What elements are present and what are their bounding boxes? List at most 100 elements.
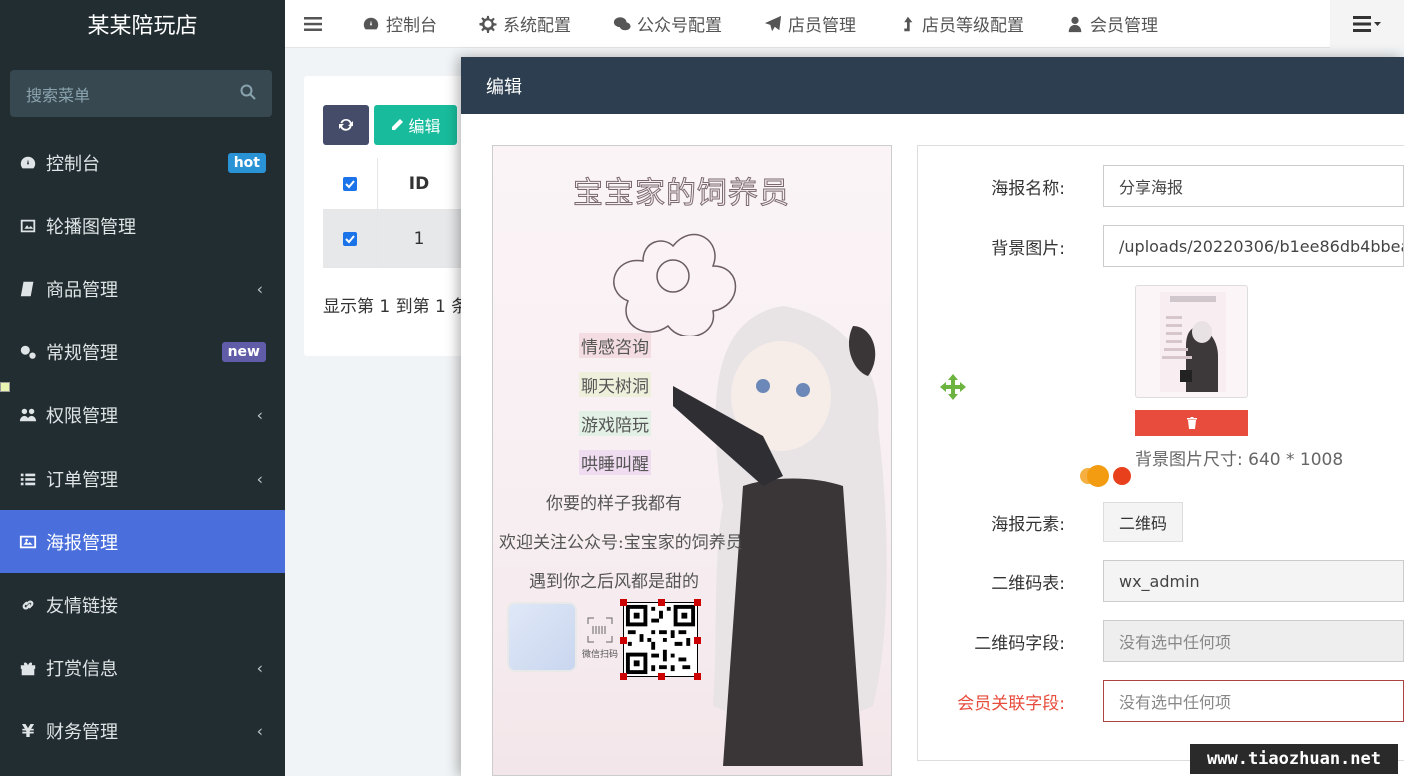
chevron-left-icon: ‹ bbox=[256, 405, 263, 425]
poster-text-line: 你要的样子我都有 bbox=[546, 494, 682, 514]
edit-button[interactable]: 编辑 bbox=[374, 105, 457, 145]
qr-code-element[interactable] bbox=[620, 599, 701, 680]
poster-elements-row: 海报元素: 二维码 bbox=[917, 502, 1404, 542]
qr-table-select[interactable]: wx_admin bbox=[1103, 560, 1404, 602]
tab-label: 系统配置 bbox=[503, 16, 571, 36]
resize-handle[interactable] bbox=[658, 599, 665, 606]
background-size-hint: 背景图片尺寸: 640 * 1008 bbox=[1135, 450, 1344, 470]
sidebar-item-label: 海报管理 bbox=[46, 532, 118, 554]
sidebar-item-dashboard[interactable]: 控制台 hot bbox=[0, 131, 285, 194]
tab-members[interactable]: 会员管理 bbox=[1044, 0, 1178, 48]
sidebar-item-label: 权限管理 bbox=[46, 406, 118, 428]
sidebar-item-label: 友情链接 bbox=[46, 595, 118, 617]
menu-search-input[interactable]: 搜索菜单 bbox=[10, 70, 272, 117]
resize-handle[interactable] bbox=[0, 382, 10, 392]
yen-icon: ¥ bbox=[21, 720, 35, 742]
sidebar-item-label: 轮播图管理 bbox=[46, 216, 136, 238]
poster-text-line: 欢迎关注公众号:宝宝家的饲养员 bbox=[499, 533, 743, 553]
poster-canvas[interactable]: 宝宝家的饲养员 情感咨询 聊天树洞 游戏陪玩 哄睡叫醒 你要的样子我都有 欢迎关… bbox=[492, 145, 892, 776]
new-badge: new bbox=[221, 342, 266, 363]
sidebar-item-label: 财务管理 bbox=[46, 722, 118, 744]
sidebar-item-finance[interactable]: ¥ 财务管理 ‹ bbox=[0, 700, 285, 763]
sidebar-item-orders[interactable]: 订单管理 ‹ bbox=[0, 447, 285, 510]
menu-search-placeholder: 搜索菜单 bbox=[26, 85, 91, 105]
tab-staff[interactable]: 店员管理 bbox=[742, 0, 876, 48]
sidebar-item-label: 商品管理 bbox=[46, 279, 118, 301]
poster-text-line: 聊天树洞 bbox=[579, 372, 651, 397]
poster-name-row: 海报名称: 分享海报 bbox=[917, 165, 1404, 207]
background-image-input[interactable]: /uploads/20220306/b1ee86db4bbea bbox=[1103, 225, 1404, 267]
column-header-id[interactable]: ID bbox=[378, 158, 460, 209]
poster-title: 宝宝家的饲养员 bbox=[573, 176, 790, 212]
nav-dropdown-toggle[interactable] bbox=[1330, 0, 1404, 48]
gear-icon bbox=[479, 15, 497, 33]
resize-handle[interactable] bbox=[620, 673, 627, 680]
sidebar-item-general[interactable]: 常规管理 new bbox=[0, 321, 285, 384]
resize-handle[interactable] bbox=[620, 599, 627, 606]
tab-dashboard[interactable]: 控制台 bbox=[340, 0, 457, 48]
tab-wechat-config[interactable]: 公众号配置 bbox=[591, 0, 742, 48]
background-image-label: 背景图片: bbox=[991, 238, 1065, 259]
dashboard-icon bbox=[18, 153, 38, 173]
qr-code-icon bbox=[625, 604, 696, 675]
site-watermark: www.tiaozhuan.net bbox=[1190, 744, 1398, 774]
row-checkbox[interactable] bbox=[323, 210, 378, 267]
paper-plane-icon bbox=[764, 15, 782, 31]
menu-dropdown-icon bbox=[1353, 16, 1381, 32]
refresh-icon bbox=[339, 118, 353, 131]
delete-image-button[interactable] bbox=[1135, 410, 1248, 436]
sidebar-item-posters[interactable]: 海报管理 bbox=[0, 510, 285, 574]
select-all-checkbox[interactable] bbox=[323, 158, 378, 209]
resize-handle[interactable] bbox=[620, 637, 627, 644]
add-qrcode-button[interactable]: 二维码 bbox=[1103, 502, 1184, 542]
sidebar-item-label: 打赏信息 bbox=[46, 659, 118, 681]
tab-system-config[interactable]: 系统配置 bbox=[457, 0, 591, 48]
poster-elements-label: 海报元素: bbox=[991, 514, 1065, 535]
thumbnail-preview bbox=[1160, 292, 1226, 392]
list-icon bbox=[18, 469, 38, 489]
poster-avatar bbox=[507, 602, 577, 672]
trash-icon bbox=[1186, 417, 1197, 429]
poster-text-line: 哄睡叫醒 bbox=[579, 450, 651, 475]
poster-name-input[interactable]: 分享海报 bbox=[1103, 165, 1404, 207]
top-navbar: 控制台 系统配置 公众号配置 店员管理 店员等级配置 会员管理 bbox=[285, 0, 1404, 48]
sidebar-menu: 控制台 hot 轮播图管理 商品管理 ‹ 常规管理 new 权限管理 ‹ 订单管… bbox=[0, 131, 285, 763]
resize-handle[interactable] bbox=[694, 673, 701, 680]
scan-label: 微信扫码 bbox=[581, 616, 619, 660]
background-thumbnail[interactable] bbox=[1135, 285, 1248, 398]
sidebar-item-links[interactable]: 友情链接 bbox=[0, 573, 285, 636]
sidebar-item-products[interactable]: 商品管理 ‹ bbox=[0, 257, 285, 320]
member-field-row: 会员关联字段: 没有选中任何项 bbox=[917, 680, 1404, 722]
poster-text-line: 情感咨询 bbox=[579, 333, 651, 358]
resize-handle[interactable] bbox=[658, 673, 665, 680]
loading-indicator bbox=[1080, 465, 1131, 487]
tab-staff-level[interactable]: 店员等级配置 bbox=[876, 0, 1044, 48]
gift-icon bbox=[18, 658, 38, 678]
link-icon bbox=[18, 595, 38, 615]
app-logo[interactable]: 某某陪玩店 bbox=[0, 0, 285, 48]
edit-modal: 编辑 宝宝家的饲养员 情感咨询 聊天树洞 游戏陪玩 哄睡叫醒 你要的样子我都有 … bbox=[461, 57, 1404, 776]
chevron-left-icon: ‹ bbox=[256, 721, 263, 741]
row-id: 1 bbox=[413, 228, 425, 249]
chevron-left-icon: ‹ bbox=[256, 279, 263, 299]
pencil-icon bbox=[392, 119, 404, 130]
sidebar-toggle-icon[interactable] bbox=[285, 0, 340, 48]
sidebar-item-rewards[interactable]: 打赏信息 ‹ bbox=[0, 637, 285, 700]
member-field-select[interactable]: 没有选中任何项 bbox=[1103, 680, 1404, 722]
sidebar-item-permissions[interactable]: 权限管理 ‹ bbox=[0, 384, 285, 447]
search-icon[interactable] bbox=[240, 84, 256, 104]
user-icon bbox=[1068, 16, 1082, 32]
qr-field-select[interactable]: 没有选中任何项 bbox=[1103, 620, 1404, 662]
refresh-button[interactable] bbox=[323, 105, 369, 145]
level-up-icon bbox=[904, 16, 913, 31]
resize-handle[interactable] bbox=[694, 599, 701, 606]
move-icon[interactable] bbox=[939, 373, 967, 401]
sidebar: 某某陪玩店 搜索菜单 控制台 hot 轮播图管理 商品管理 ‹ 常规管理 new… bbox=[0, 0, 285, 776]
sidebar-item-carousel[interactable]: 轮播图管理 bbox=[0, 194, 285, 257]
resize-handle[interactable] bbox=[694, 637, 701, 644]
background-image-row: 背景图片: /uploads/20220306/b1ee86db4bbea bbox=[917, 225, 1404, 267]
tab-label: 会员管理 bbox=[1090, 16, 1158, 36]
modal-title: 编辑 bbox=[461, 57, 1404, 114]
tab-label: 控制台 bbox=[386, 16, 437, 36]
tab-label: 店员管理 bbox=[788, 16, 856, 36]
